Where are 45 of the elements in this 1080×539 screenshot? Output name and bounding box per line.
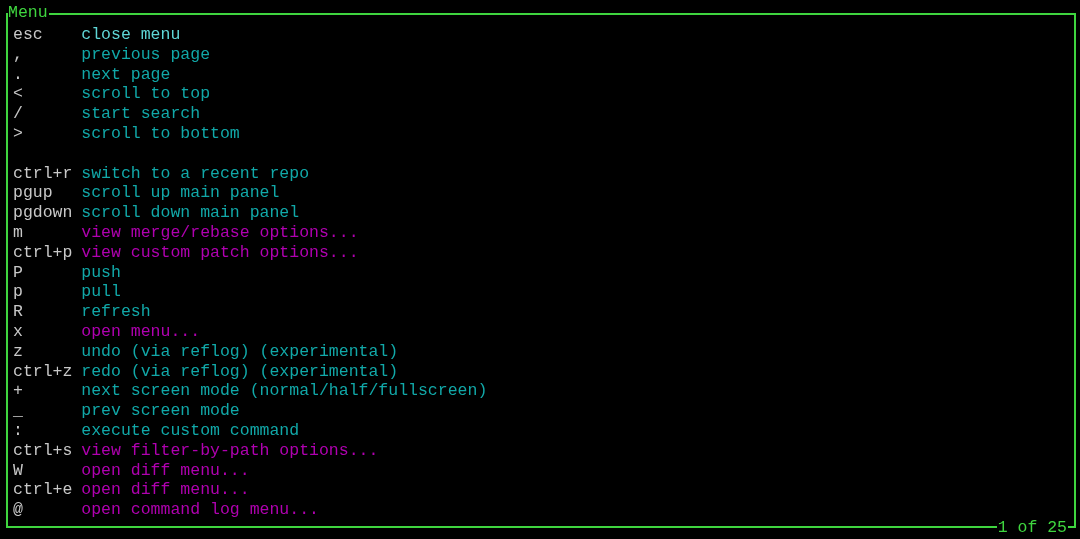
- menu-item[interactable]: open diff menu...: [81, 460, 250, 481]
- key-binding: ,: [13, 44, 24, 65]
- menu-item[interactable]: push: [81, 262, 121, 283]
- key-binding: m: [13, 222, 24, 243]
- menu-item[interactable]: prev screen mode: [81, 401, 240, 421]
- menu-item[interactable]: close menu: [81, 25, 181, 45]
- menu-item[interactable]: scroll down main panel: [81, 203, 300, 223]
- menu-item[interactable]: scroll to bottom: [81, 124, 240, 144]
- menu-item[interactable]: refresh: [81, 302, 151, 322]
- menu-item[interactable]: start search: [81, 104, 201, 124]
- menu-item[interactable]: scroll up main panel: [81, 183, 280, 204]
- menu-item[interactable]: next page: [81, 64, 171, 85]
- key-binding: P: [13, 262, 24, 283]
- key-binding: ctrl+e: [13, 480, 74, 501]
- menu-item[interactable]: open command log menu...: [81, 500, 319, 520]
- menu-item[interactable]: execute custom command: [81, 420, 300, 441]
- key-binding: x: [13, 321, 24, 342]
- key-binding: ctrl+r: [13, 163, 74, 184]
- menu-item[interactable]: redo (via reflog) (experimental): [81, 361, 399, 382]
- key-binding: pgdown: [13, 203, 74, 223]
- menu-item[interactable]: previous page: [81, 44, 211, 65]
- menu-item[interactable]: scroll to top: [81, 84, 211, 105]
- menu-item[interactable]: open menu...: [81, 321, 201, 342]
- key-binding: p: [13, 282, 24, 303]
- key-binding: pgup: [13, 183, 54, 204]
- menu-item[interactable]: undo (via reflog) (experimental): [81, 341, 399, 362]
- key-binding: /: [13, 104, 24, 124]
- key-binding: ctrl+s: [13, 440, 74, 461]
- key-binding: esc: [13, 25, 44, 45]
- key-binding: W: [13, 460, 24, 481]
- menu-item[interactable]: pull: [81, 282, 121, 303]
- menu-item[interactable]: next screen mode (normal/half/fullscreen): [81, 381, 488, 402]
- key-binding: _: [13, 401, 24, 421]
- key-binding: ctrl+p: [13, 242, 74, 263]
- key-binding: :: [13, 420, 24, 441]
- menu-item[interactable]: open diff menu...: [81, 480, 250, 501]
- key-binding: ctrl+z: [13, 361, 74, 382]
- key-binding: >: [13, 124, 24, 144]
- key-binding: <: [13, 84, 24, 105]
- key-binding: R: [13, 302, 24, 322]
- key-binding: z: [13, 341, 24, 362]
- key-binding: @: [13, 500, 24, 520]
- key-binding: .: [13, 64, 24, 85]
- key-binding: +: [13, 381, 24, 402]
- menu-item[interactable]: switch to a recent repo: [81, 163, 310, 184]
